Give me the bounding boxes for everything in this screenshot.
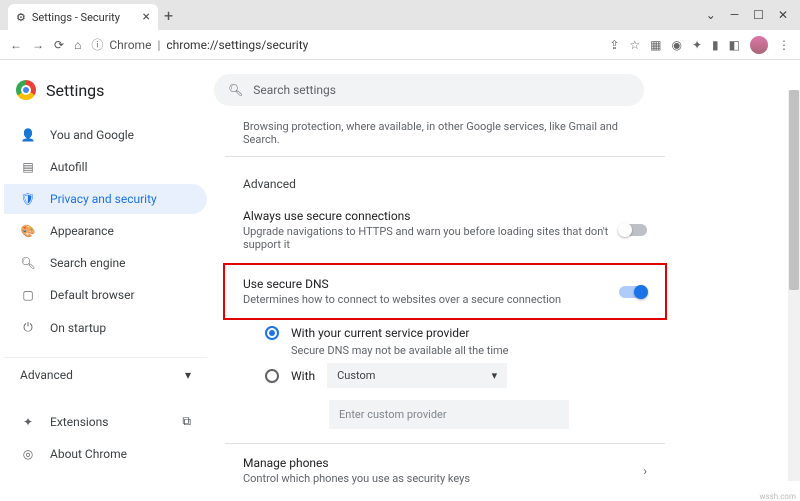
radio-icon — [265, 326, 279, 340]
dns-radio-current-provider[interactable]: With your current service provider — [265, 320, 647, 346]
advanced-heading: Advanced — [225, 157, 665, 197]
share-icon[interactable]: ⇪ — [609, 38, 619, 52]
power-icon: ⏻ — [20, 320, 36, 335]
settings-header: Settings 🔍︎ Search settings — [0, 60, 800, 120]
chevron-right-icon: › — [643, 464, 647, 478]
extension-icon-2[interactable]: ◉ — [672, 38, 682, 52]
sidebar-item-about-chrome[interactable]: ◎About Chrome — [4, 439, 207, 469]
puzzle-icon: ✦ — [20, 415, 36, 429]
settings-panel: Browsing protection, where available, in… — [215, 120, 800, 491]
settings-sidebar: 👤You and Google ▤Autofill 🛡Privacy and s… — [0, 120, 215, 491]
sidebar-item-on-startup[interactable]: ⏻On startup — [4, 312, 207, 343]
forward-button[interactable]: → — [32, 38, 44, 52]
sidebar-item-extensions[interactable]: ✦Extensions⧉ — [4, 406, 207, 437]
tab-close-button[interactable]: × — [143, 9, 150, 25]
extensions-puzzle-icon[interactable]: ✦ — [692, 38, 702, 52]
window-dropdown-icon[interactable]: ⌄ — [706, 8, 716, 22]
search-placeholder: Search settings — [253, 83, 336, 97]
secure-dns-sub: Determines how to connect to websites ov… — [243, 293, 609, 306]
search-input[interactable]: 🔍︎ Search settings — [214, 74, 644, 106]
dns-radio-with-custom[interactable]: With Custom ▾ — [265, 357, 647, 394]
tab-title: Settings - Security — [32, 11, 120, 24]
chrome-icon: ◎ — [20, 447, 36, 461]
dns-current-provider-sub: Secure DNS may not be available all the … — [291, 344, 647, 357]
extension-icon-3[interactable]: ▮ — [712, 38, 719, 52]
page-title: Settings — [46, 81, 104, 100]
sidebar-item-default-browser[interactable]: ▢Default browser — [4, 280, 207, 310]
browser-tab[interactable]: ⚙ Settings - Security × — [8, 4, 158, 30]
radio-icon — [265, 369, 279, 383]
sidebar-item-appearance[interactable]: 🎨Appearance — [4, 216, 207, 246]
watermark: wssh.com — [759, 492, 796, 501]
appearance-icon: 🎨 — [20, 224, 36, 238]
always-secure-row: Always use secure connections Upgrade na… — [225, 197, 665, 263]
always-secure-sub: Upgrade navigations to HTTPS and warn yo… — [243, 225, 609, 251]
search-engine-icon: 🔍︎ — [20, 256, 36, 270]
window-minimize-button[interactable]: — — [730, 8, 739, 22]
sidebar-item-search-engine[interactable]: 🔍︎Search engine — [4, 248, 207, 278]
url-path: chrome://settings/security — [166, 38, 308, 52]
gear-icon: ⚙ — [16, 11, 26, 24]
window-maximize-button[interactable]: ☐ — [753, 8, 764, 22]
truncated-description: Browsing protection, where available, in… — [225, 120, 665, 156]
profile-avatar[interactable] — [750, 36, 768, 54]
secure-dns-options: With your current service provider Secur… — [225, 320, 665, 443]
scrollbar-thumb[interactable] — [789, 90, 799, 290]
browser-icon: ▢ — [20, 288, 36, 302]
sidebar-item-you-and-google[interactable]: 👤You and Google — [4, 120, 207, 150]
new-tab-button[interactable]: + — [164, 6, 173, 25]
shield-icon: 🛡 — [20, 192, 36, 206]
window-titlebar: ⚙ Settings - Security × + ⌄ — ☐ ✕ — [0, 0, 800, 30]
sidebar-item-autofill[interactable]: ▤Autofill — [4, 152, 207, 182]
extension-icon-1[interactable]: ▦ — [650, 38, 661, 52]
sidebar-advanced-toggle[interactable]: Advanced▾ — [4, 357, 207, 392]
menu-button[interactable]: ⋮ — [778, 38, 790, 52]
address-bar: ← → ⟳ ⌂ ⓘ Chrome | chrome://settings/sec… — [0, 30, 800, 60]
secure-dns-title: Use secure DNS — [243, 277, 609, 291]
url-origin: Chrome — [109, 38, 151, 52]
always-secure-toggle[interactable] — [619, 224, 647, 236]
secure-dns-toggle[interactable] — [619, 286, 647, 298]
sidebar-item-privacy-security[interactable]: 🛡Privacy and security — [4, 184, 207, 214]
site-info-icon[interactable]: ⓘ — [91, 36, 103, 53]
manage-phones-row[interactable]: Manage phones Control which phones you u… — [225, 443, 665, 491]
dns-provider-dropdown[interactable]: Custom ▾ — [327, 363, 507, 388]
window-close-button[interactable]: ✕ — [778, 8, 788, 22]
scrollbar-track[interactable] — [788, 90, 800, 481]
chrome-logo — [16, 80, 36, 100]
autofill-icon: ▤ — [20, 160, 36, 174]
back-button[interactable]: ← — [10, 38, 22, 52]
always-secure-title: Always use secure connections — [243, 209, 609, 223]
reading-list-icon[interactable]: ◧ — [729, 38, 740, 52]
search-icon: 🔍︎ — [228, 83, 243, 97]
url-bar[interactable]: ⓘ Chrome | chrome://settings/security — [91, 36, 599, 53]
dns-custom-provider-input[interactable]: Enter custom provider — [329, 400, 569, 429]
home-button[interactable]: ⌂ — [74, 38, 81, 52]
person-icon: 👤 — [20, 128, 36, 142]
chevron-down-icon: ▾ — [492, 369, 498, 382]
reload-button[interactable]: ⟳ — [54, 38, 64, 52]
bookmark-icon[interactable]: ☆ — [629, 38, 640, 52]
chevron-down-icon: ▾ — [185, 368, 191, 382]
secure-dns-row: Use secure DNS Determines how to connect… — [225, 265, 665, 318]
external-link-icon: ⧉ — [182, 414, 191, 429]
